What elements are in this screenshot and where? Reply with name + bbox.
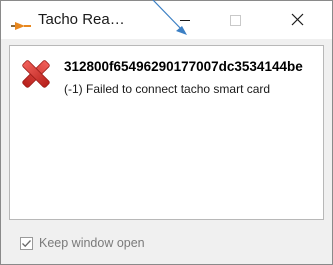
message-panel: 312800f65496290177007dc3534144be (-1) Fa… [9, 45, 324, 220]
maximize-button[interactable] [212, 1, 258, 39]
dialog-window: Tacho Rea… 312800f65496290177007dc353414… [0, 0, 333, 265]
close-icon [291, 13, 304, 26]
minimize-button[interactable] [165, 1, 211, 39]
app-icon [11, 18, 31, 30]
maximize-icon [230, 15, 241, 26]
title-bar[interactable]: Tacho Rea… [1, 1, 332, 39]
keep-window-open-checkbox[interactable] [20, 237, 33, 250]
window-title: Tacho Rea… [38, 11, 125, 28]
message-body: (-1) Failed to connect tacho smart card [64, 82, 271, 96]
close-button[interactable] [277, 1, 323, 39]
message-title: 312800f65496290177007dc3534144be [64, 59, 303, 74]
minimize-icon [180, 20, 190, 21]
keep-window-open-label[interactable]: Keep window open [39, 236, 145, 250]
error-x-icon [18, 56, 54, 92]
checkbox-check-icon [20, 237, 33, 250]
